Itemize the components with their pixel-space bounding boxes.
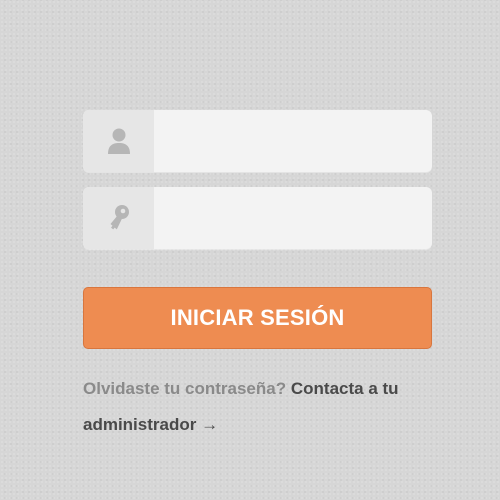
key-icon	[110, 205, 129, 230]
password-field	[83, 187, 432, 249]
user-icon	[107, 128, 130, 154]
login-button[interactable]: INICIAR SESIÓN	[83, 287, 432, 349]
password-icon-box	[83, 187, 154, 249]
username-field	[83, 110, 432, 172]
forgot-password-question: Olvidaste tu contraseña?	[83, 379, 287, 398]
help-text: Olvidaste tu contraseña? Contacta a tu a…	[83, 371, 432, 443]
username-icon-box	[83, 110, 154, 172]
login-form: INICIAR SESIÓN Olvidaste tu contraseña? …	[83, 110, 432, 443]
username-input[interactable]	[154, 110, 432, 172]
password-input[interactable]	[154, 187, 432, 249]
